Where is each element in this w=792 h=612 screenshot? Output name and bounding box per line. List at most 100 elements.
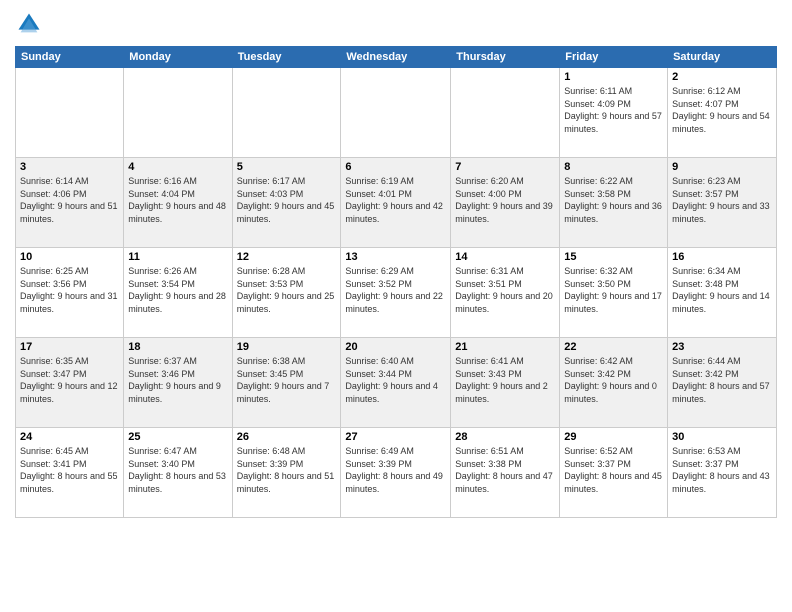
day-info: Sunrise: 6:42 AM Sunset: 3:42 PM Dayligh… — [564, 355, 663, 405]
calendar-cell: 4 Sunrise: 6:16 AM Sunset: 4:04 PM Daylig… — [124, 158, 232, 248]
calendar-cell: 3Sunrise: 6:14 AM Sunset: 4:06 PM Daylig… — [16, 158, 124, 248]
page: SundayMondayTuesdayWednesdayThursdayFrid… — [0, 0, 792, 612]
calendar-cell: 2 Sunrise: 6:12 AM Sunset: 4:07 PM Daylig… — [668, 68, 777, 158]
day-info: Sunrise: 6:52 AM Sunset: 3:37 PM Dayligh… — [564, 445, 663, 495]
calendar-cell: 21 Sunrise: 6:41 AM Sunset: 3:43 PM Dayli… — [451, 338, 560, 428]
weekday-header-thursday: Thursday — [451, 47, 560, 68]
day-number: 1 — [564, 71, 663, 83]
calendar-week-1: 3Sunrise: 6:14 AM Sunset: 4:06 PM Daylig… — [16, 158, 777, 248]
day-info: Sunrise: 6:40 AM Sunset: 3:44 PM Dayligh… — [345, 355, 446, 405]
day-number: 17 — [20, 341, 119, 353]
calendar-cell — [16, 68, 124, 158]
day-info: Sunrise: 6:11 AM Sunset: 4:09 PM Dayligh… — [564, 85, 663, 135]
day-info: Sunrise: 6:44 AM Sunset: 3:42 PM Dayligh… — [672, 355, 772, 405]
day-info: Sunrise: 6:14 AM Sunset: 4:06 PM Dayligh… — [20, 175, 119, 225]
calendar-cell: 16 Sunrise: 6:34 AM Sunset: 3:48 PM Dayli… — [668, 248, 777, 338]
calendar-cell: 20Sunrise: 6:40 AM Sunset: 3:44 PM Dayli… — [341, 338, 451, 428]
weekday-header-tuesday: Tuesday — [232, 47, 341, 68]
day-info: Sunrise: 6:26 AM Sunset: 3:54 PM Dayligh… — [128, 265, 227, 315]
calendar-cell: 26Sunrise: 6:48 AM Sunset: 3:39 PM Dayli… — [232, 428, 341, 518]
day-number: 13 — [345, 251, 446, 263]
day-number: 28 — [455, 431, 555, 443]
calendar-week-0: 1 Sunrise: 6:11 AM Sunset: 4:09 PM Daylig… — [16, 68, 777, 158]
day-number: 27 — [345, 431, 446, 443]
weekday-header-saturday: Saturday — [668, 47, 777, 68]
day-number: 19 — [237, 341, 337, 353]
day-number: 30 — [672, 431, 772, 443]
calendar-cell — [451, 68, 560, 158]
calendar: SundayMondayTuesdayWednesdayThursdayFrid… — [15, 46, 777, 518]
day-info: Sunrise: 6:38 AM Sunset: 3:45 PM Dayligh… — [237, 355, 337, 405]
calendar-cell: 12 Sunrise: 6:28 AM Sunset: 3:53 PM Dayli… — [232, 248, 341, 338]
calendar-cell: 11 Sunrise: 6:26 AM Sunset: 3:54 PM Dayli… — [124, 248, 232, 338]
calendar-cell — [341, 68, 451, 158]
calendar-cell: 23Sunrise: 6:44 AM Sunset: 3:42 PM Dayli… — [668, 338, 777, 428]
day-info: Sunrise: 6:47 AM Sunset: 3:40 PM Dayligh… — [128, 445, 227, 495]
day-number: 12 — [237, 251, 337, 263]
calendar-cell: 7 Sunrise: 6:20 AM Sunset: 4:00 PM Daylig… — [451, 158, 560, 248]
day-number: 6 — [345, 161, 446, 173]
calendar-week-3: 17 Sunrise: 6:35 AM Sunset: 3:47 PM Dayli… — [16, 338, 777, 428]
calendar-week-2: 10 Sunrise: 6:25 AM Sunset: 3:56 PM Dayli… — [16, 248, 777, 338]
day-number: 22 — [564, 341, 663, 353]
day-info: Sunrise: 6:12 AM Sunset: 4:07 PM Dayligh… — [672, 85, 772, 135]
calendar-cell: 6Sunrise: 6:19 AM Sunset: 4:01 PM Daylig… — [341, 158, 451, 248]
day-info: Sunrise: 6:28 AM Sunset: 3:53 PM Dayligh… — [237, 265, 337, 315]
calendar-cell: 14 Sunrise: 6:31 AM Sunset: 3:51 PM Dayli… — [451, 248, 560, 338]
day-number: 7 — [455, 161, 555, 173]
calendar-cell: 28 Sunrise: 6:51 AM Sunset: 3:38 PM Dayli… — [451, 428, 560, 518]
day-info: Sunrise: 6:32 AM Sunset: 3:50 PM Dayligh… — [564, 265, 663, 315]
day-info: Sunrise: 6:41 AM Sunset: 3:43 PM Dayligh… — [455, 355, 555, 405]
day-info: Sunrise: 6:34 AM Sunset: 3:48 PM Dayligh… — [672, 265, 772, 315]
calendar-cell: 9Sunrise: 6:23 AM Sunset: 3:57 PM Daylig… — [668, 158, 777, 248]
day-info: Sunrise: 6:35 AM Sunset: 3:47 PM Dayligh… — [20, 355, 119, 405]
calendar-cell: 24Sunrise: 6:45 AM Sunset: 3:41 PM Dayli… — [16, 428, 124, 518]
day-info: Sunrise: 6:29 AM Sunset: 3:52 PM Dayligh… — [345, 265, 446, 315]
calendar-cell: 5 Sunrise: 6:17 AM Sunset: 4:03 PM Daylig… — [232, 158, 341, 248]
day-info: Sunrise: 6:22 AM Sunset: 3:58 PM Dayligh… — [564, 175, 663, 225]
day-number: 8 — [564, 161, 663, 173]
day-number: 16 — [672, 251, 772, 263]
calendar-cell: 27 Sunrise: 6:49 AM Sunset: 3:39 PM Dayli… — [341, 428, 451, 518]
day-number: 9 — [672, 161, 772, 173]
day-info: Sunrise: 6:16 AM Sunset: 4:04 PM Dayligh… — [128, 175, 227, 225]
day-info: Sunrise: 6:51 AM Sunset: 3:38 PM Dayligh… — [455, 445, 555, 495]
calendar-cell: 30 Sunrise: 6:53 AM Sunset: 3:37 PM Dayli… — [668, 428, 777, 518]
calendar-cell: 15Sunrise: 6:32 AM Sunset: 3:50 PM Dayli… — [560, 248, 668, 338]
calendar-cell: 8 Sunrise: 6:22 AM Sunset: 3:58 PM Daylig… — [560, 158, 668, 248]
calendar-body: 1 Sunrise: 6:11 AM Sunset: 4:09 PM Daylig… — [16, 68, 777, 518]
day-number: 10 — [20, 251, 119, 263]
calendar-cell — [124, 68, 232, 158]
logo-icon — [15, 10, 43, 38]
calendar-cell: 22 Sunrise: 6:42 AM Sunset: 3:42 PM Dayli… — [560, 338, 668, 428]
day-number: 11 — [128, 251, 227, 263]
day-number: 4 — [128, 161, 227, 173]
weekday-header-friday: Friday — [560, 47, 668, 68]
day-info: Sunrise: 6:45 AM Sunset: 3:41 PM Dayligh… — [20, 445, 119, 495]
day-number: 18 — [128, 341, 227, 353]
day-number: 2 — [672, 71, 772, 83]
day-info: Sunrise: 6:17 AM Sunset: 4:03 PM Dayligh… — [237, 175, 337, 225]
day-info: Sunrise: 6:25 AM Sunset: 3:56 PM Dayligh… — [20, 265, 119, 315]
weekday-header-monday: Monday — [124, 47, 232, 68]
weekday-header-sunday: Sunday — [16, 47, 124, 68]
day-number: 21 — [455, 341, 555, 353]
day-number: 5 — [237, 161, 337, 173]
calendar-cell: 18Sunrise: 6:37 AM Sunset: 3:46 PM Dayli… — [124, 338, 232, 428]
logo — [15, 10, 47, 38]
weekday-header-wednesday: Wednesday — [341, 47, 451, 68]
day-info: Sunrise: 6:53 AM Sunset: 3:37 PM Dayligh… — [672, 445, 772, 495]
calendar-cell: 25 Sunrise: 6:47 AM Sunset: 3:40 PM Dayli… — [124, 428, 232, 518]
calendar-header: SundayMondayTuesdayWednesdayThursdayFrid… — [16, 47, 777, 68]
calendar-cell: 17 Sunrise: 6:35 AM Sunset: 3:47 PM Dayli… — [16, 338, 124, 428]
calendar-cell: 1 Sunrise: 6:11 AM Sunset: 4:09 PM Daylig… — [560, 68, 668, 158]
calendar-cell: 10 Sunrise: 6:25 AM Sunset: 3:56 PM Dayli… — [16, 248, 124, 338]
day-info: Sunrise: 6:31 AM Sunset: 3:51 PM Dayligh… — [455, 265, 555, 315]
day-info: Sunrise: 6:49 AM Sunset: 3:39 PM Dayligh… — [345, 445, 446, 495]
calendar-cell: 19 Sunrise: 6:38 AM Sunset: 3:45 PM Dayli… — [232, 338, 341, 428]
day-number: 25 — [128, 431, 227, 443]
calendar-cell — [232, 68, 341, 158]
day-number: 29 — [564, 431, 663, 443]
day-number: 14 — [455, 251, 555, 263]
day-info: Sunrise: 6:20 AM Sunset: 4:00 PM Dayligh… — [455, 175, 555, 225]
